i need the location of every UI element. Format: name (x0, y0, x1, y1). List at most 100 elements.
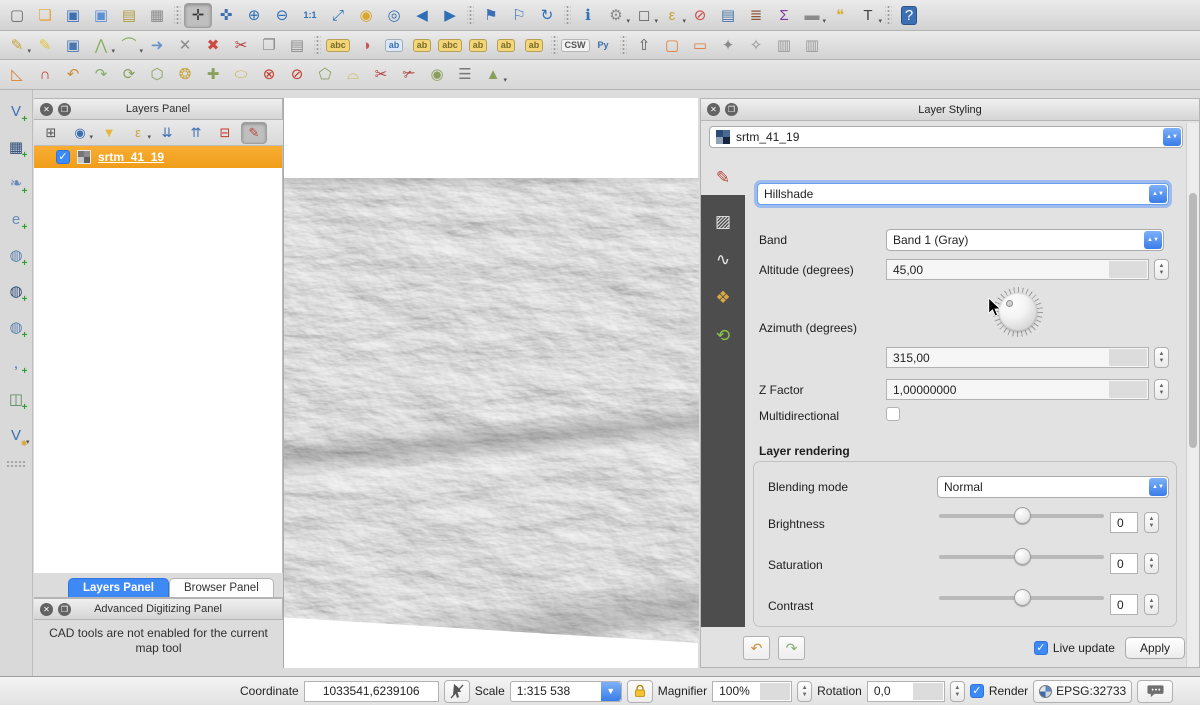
project-save-as[interactable]: ▣ (87, 3, 115, 28)
python-console[interactable]: Py (589, 33, 617, 58)
deselect-all[interactable]: ⊘ (686, 3, 714, 28)
paste-features[interactable]: ▤ (283, 33, 311, 58)
rotation-field[interactable]: 0,0 (867, 681, 945, 702)
redo-style-button[interactable]: ↷ (778, 636, 805, 660)
rotate-point-symbols[interactable]: ▲ (479, 62, 507, 87)
show-bookmarks[interactable]: ⚐ (505, 3, 533, 28)
open-layer-styling[interactable]: ✎ (241, 122, 267, 144)
multi-edit-attributes[interactable]: ☰ (451, 62, 479, 87)
unpin-labels[interactable]: ab (408, 33, 436, 58)
add-feature[interactable]: ⋀ (87, 33, 115, 58)
style-book-remove[interactable]: ▥ (770, 33, 798, 58)
reshape-features[interactable]: ⬠ (311, 62, 339, 87)
azimuth-dial[interactable] (999, 293, 1037, 331)
change-label[interactable]: ab (520, 33, 548, 58)
histogram-tab[interactable]: ∿ (701, 241, 745, 279)
chevron-down-icon[interactable]: ▼ (601, 682, 621, 701)
manage-map-themes[interactable]: ◉ (67, 122, 93, 144)
tab-browser-panel[interactable]: Browser Panel (169, 578, 274, 597)
zoom-next[interactable]: ▶ (436, 3, 464, 28)
current-edits[interactable]: ✎ (3, 33, 31, 58)
open-attribute-table[interactable]: ▤ (714, 3, 742, 28)
fill-ring[interactable]: ⬭ (227, 62, 255, 87)
pan-map[interactable]: ✛ (184, 3, 212, 28)
rotate-feature[interactable]: ⟳ (115, 62, 143, 87)
rotate-label[interactable]: ab (492, 33, 520, 58)
transparency-tab[interactable]: ▨ (701, 203, 745, 241)
add-part[interactable]: ✚ (199, 62, 227, 87)
rotation-stepper[interactable] (950, 681, 965, 702)
zoom-in[interactable]: ⊕ (240, 3, 268, 28)
add-postgis-layer[interactable]: e (3, 206, 30, 233)
layer-labeling[interactable]: abc (324, 33, 352, 58)
map-tips[interactable]: ❝ (826, 3, 854, 28)
highlight-pinned-labels[interactable]: abc (436, 33, 464, 58)
magnifier-stepper[interactable] (797, 681, 812, 702)
toggle-editing[interactable]: ✎ (31, 33, 59, 58)
add-mssql-layer[interactable]: ◍ (3, 242, 30, 269)
north-arrow[interactable]: ⇧ (630, 33, 658, 58)
scale-lock-button[interactable] (627, 680, 653, 703)
zoom-last[interactable]: ◀ (408, 3, 436, 28)
add-raster-layer[interactable]: ▦ (3, 134, 30, 161)
layout-manager[interactable]: ▦ (143, 3, 171, 28)
scale-combo[interactable]: 1:315 538 ▼ (510, 681, 622, 702)
altitude-stepper[interactable] (1154, 259, 1169, 280)
add-delimited-text-layer[interactable]: , (3, 350, 30, 377)
text-annotation[interactable]: T (854, 3, 882, 28)
auto-style-remove[interactable]: ✦ (714, 33, 742, 58)
split-parts[interactable]: ✃ (395, 62, 423, 87)
add-circular-string[interactable]: ⌒ (115, 33, 143, 58)
move-label[interactable]: ab (464, 33, 492, 58)
azimuth-stepper[interactable] (1154, 347, 1169, 368)
extent-frame-plugin[interactable]: ▭ (686, 33, 714, 58)
contrast-stepper[interactable] (1144, 594, 1159, 615)
saturation-value[interactable]: 0 (1110, 553, 1138, 574)
help[interactable]: ? (895, 3, 923, 28)
contrast-slider[interactable] (939, 596, 1104, 600)
refresh-map[interactable]: ↻ (533, 3, 561, 28)
saturation-stepper[interactable] (1144, 553, 1159, 574)
render-checkbox[interactable] (970, 684, 984, 698)
zoom-native[interactable]: 1:1 (296, 3, 324, 28)
new-shapefile-layer[interactable]: V (3, 422, 30, 449)
expand-all[interactable]: ⇊ (154, 122, 180, 144)
slider-handle[interactable] (1014, 507, 1031, 524)
select-extent-plugin[interactable]: ▢ (658, 33, 686, 58)
cut-features[interactable]: ✂ (227, 33, 255, 58)
combo-spinner-icon[interactable]: ▲▼ (1149, 185, 1167, 203)
zoom-out[interactable]: ⊖ (268, 3, 296, 28)
zoom-full[interactable]: ⤢ (324, 3, 352, 28)
move-feature[interactable]: ➜ (143, 33, 171, 58)
cad-tools[interactable]: ◺ (3, 62, 31, 87)
simplify-feature[interactable]: ⬡ (143, 62, 171, 87)
saturation-slider[interactable] (939, 555, 1104, 559)
layer-diagram[interactable]: ◑ (352, 33, 380, 58)
pan-to-selection[interactable]: ✜ (212, 3, 240, 28)
brightness-slider[interactable] (939, 514, 1104, 518)
brightness-value[interactable]: 0 (1110, 512, 1138, 533)
magnifier-field[interactable]: 100% (712, 681, 792, 702)
delete-ring[interactable]: ⊗ (255, 62, 283, 87)
band-combo[interactable]: Band 1 (Gray) ▲▼ (886, 229, 1164, 251)
zoom-to-selection[interactable]: ◉ (352, 3, 380, 28)
combo-spinner-icon[interactable]: ▲▼ (1149, 478, 1167, 496)
apply-button[interactable]: Apply (1125, 637, 1185, 659)
brightness-stepper[interactable] (1144, 512, 1159, 533)
crs-button[interactable]: EPSG:32733 (1033, 680, 1132, 703)
vertex-tool[interactable]: ✕ (171, 33, 199, 58)
contrast-value[interactable]: 0 (1110, 594, 1138, 615)
copy-features[interactable]: ❐ (255, 33, 283, 58)
add-ring[interactable]: ❂ (171, 62, 199, 87)
azimuth-field[interactable]: 315,00 (886, 347, 1149, 368)
combo-spinner-icon[interactable]: ▲▼ (1163, 128, 1181, 146)
undo-style-button[interactable]: ↶ (743, 636, 770, 660)
run-feature-action[interactable]: ⚙ (602, 3, 630, 28)
tab-layers-panel[interactable]: Layers Panel (68, 578, 169, 597)
collapse-all[interactable]: ⇈ (183, 122, 209, 144)
add-group[interactable]: ⊞ (38, 122, 64, 144)
symbology-tab[interactable]: ✎ (701, 161, 745, 195)
style-manager-tab[interactable]: ❖ (701, 279, 745, 317)
mouse-tracking-button[interactable] (444, 680, 470, 703)
zoom-to-layer[interactable]: ◎ (380, 3, 408, 28)
